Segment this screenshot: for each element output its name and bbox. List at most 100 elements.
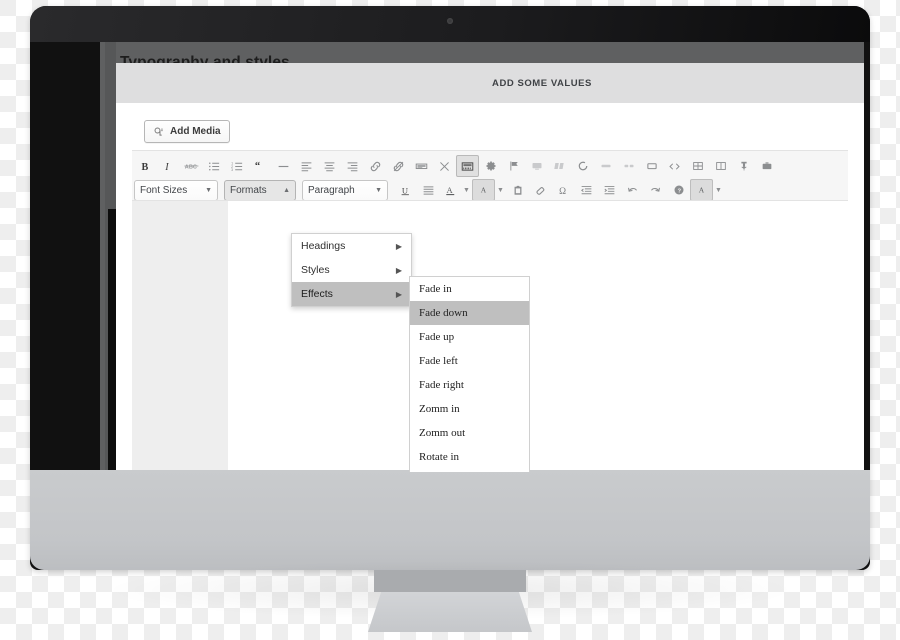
panel-header: ADD SOME VALUES (116, 63, 864, 103)
justify-button[interactable] (417, 179, 440, 201)
editor-gutter (132, 201, 228, 472)
submenu-item-zomm-out[interactable]: Zomm out (410, 421, 529, 445)
submenu-item-label: Zomm out (419, 427, 466, 439)
underline-button[interactable]: U (394, 179, 417, 201)
chevron-right-icon: ▶ (395, 289, 402, 299)
chevron-down-icon: ▼ (497, 186, 504, 194)
settings-gear-icon[interactable] (479, 155, 502, 177)
increase-indent-button[interactable] (598, 179, 621, 201)
blockquote-button[interactable]: “ (249, 155, 272, 177)
monitor-chin (30, 470, 870, 570)
special-character-button[interactable]: Ω (552, 179, 575, 201)
toolbar-toggle-button[interactable] (456, 155, 479, 177)
circle-icon[interactable] (571, 155, 594, 177)
paragraph-select[interactable]: Paragraph ▼ (302, 179, 388, 201)
align-left-button[interactable] (295, 155, 318, 177)
italic-button[interactable]: I (157, 155, 180, 177)
submenu-item-label: Rotate in (419, 451, 460, 463)
svg-text:A: A (698, 185, 704, 194)
submenu-item-rotate-in[interactable]: Rotate in (410, 445, 529, 469)
editor-toolbar: B I ABC 123 “ Font Sizes ▼ Formats ▲ Par… (132, 150, 848, 206)
menu-item-label: Styles (301, 264, 330, 276)
add-media-button[interactable]: Add Media (144, 120, 230, 143)
add-media-row: Add Media (144, 120, 230, 143)
menu-item-styles[interactable]: Styles ▶ (292, 258, 411, 282)
stand-foot (368, 592, 532, 632)
text-color-button[interactable]: A ▼ (440, 180, 472, 200)
font-sizes-select[interactable]: Font Sizes ▼ (134, 179, 218, 201)
media-icon (153, 126, 165, 138)
svg-text:B: B (141, 162, 148, 173)
bar-icon[interactable] (594, 155, 617, 177)
columns-icon[interactable] (548, 155, 571, 177)
menu-item-effects[interactable]: Effects ▶ (292, 282, 411, 306)
submenu-item-fade-down[interactable]: Fade down (410, 301, 529, 325)
horizontal-rule-button[interactable] (272, 155, 295, 177)
typography-color-button[interactable]: A ▼ (690, 179, 724, 201)
submenu-item-label: Fade right (419, 379, 464, 391)
submenu-item-label: Fade down (419, 307, 468, 319)
chevron-down-icon: ▼ (463, 186, 470, 194)
paste-as-text-button[interactable] (506, 179, 529, 201)
chevron-up-icon: ▲ (283, 186, 290, 194)
text-color-swatch-icon: A (440, 180, 461, 200)
decrease-indent-button[interactable] (575, 179, 598, 201)
submenu-item-zomm-in[interactable]: Zomm in (410, 397, 529, 421)
background-color-swatch-icon: A (472, 179, 495, 201)
strikethrough-button[interactable]: ABC (180, 155, 203, 177)
pin-icon[interactable] (732, 155, 755, 177)
effects-submenu[interactable]: Fade in Fade down Fade up Fade left Fade… (409, 276, 530, 472)
insert-link-button[interactable] (364, 155, 387, 177)
page-break-button[interactable] (433, 155, 456, 177)
split-layout-icon[interactable] (709, 155, 732, 177)
chevron-right-icon: ▶ (395, 241, 402, 251)
align-right-button[interactable] (341, 155, 364, 177)
read-more-button[interactable] (410, 155, 433, 177)
toolbar-row-2: Font Sizes ▼ Formats ▲ Paragraph ▼ U A ▼… (132, 178, 848, 202)
svg-text:U: U (402, 185, 408, 195)
stand-neck (374, 570, 526, 592)
formats-menu-list[interactable]: Headings ▶ Styles ▶ Effects ▶ (291, 233, 412, 307)
chevron-down-icon: ▼ (375, 186, 382, 194)
remove-link-button[interactable] (387, 155, 410, 177)
formats-label: Formats (230, 184, 267, 196)
clear-formatting-eraser-icon[interactable] (529, 179, 552, 201)
briefcase-icon[interactable] (755, 155, 778, 177)
screenshot-stage: Typography and styles ADD SOME VALUES (0, 0, 900, 640)
flag-icon[interactable] (502, 155, 525, 177)
panel-header-label: ADD SOME VALUES (492, 77, 592, 89)
dual-bar-icon[interactable] (617, 155, 640, 177)
screen-icon[interactable] (525, 155, 548, 177)
monitor-screen: Typography and styles ADD SOME VALUES (100, 42, 864, 472)
submenu-item-label: Fade left (419, 355, 458, 367)
box-icon[interactable] (640, 155, 663, 177)
menu-item-headings[interactable]: Headings ▶ (292, 234, 411, 258)
submenu-item-fade-left[interactable]: Fade left (410, 349, 529, 373)
left-rail-dark (108, 209, 116, 472)
formats-select[interactable]: Formats ▲ (224, 179, 296, 201)
numbered-list-button[interactable]: 123 (226, 155, 249, 177)
background-color-button[interactable]: A ▼ (472, 179, 506, 201)
submenu-item-rotate-out[interactable]: Rotate out (410, 469, 529, 472)
submenu-item-fade-right[interactable]: Fade right (410, 373, 529, 397)
menu-item-label: Effects (301, 288, 333, 300)
bulleted-list-button[interactable] (203, 155, 226, 177)
menu-item-label: Headings (301, 240, 346, 252)
submenu-item-fade-up[interactable]: Fade up (410, 325, 529, 349)
redo-button[interactable] (644, 179, 667, 201)
submenu-item-label: Fade in (419, 283, 452, 295)
svg-text:ABC: ABC (184, 164, 196, 170)
undo-button[interactable] (621, 179, 644, 201)
svg-text:“: “ (255, 160, 260, 171)
grid-icon[interactable] (686, 155, 709, 177)
bezel-gloss (30, 6, 870, 42)
chevron-down-icon: ▼ (205, 186, 212, 194)
chevron-down-icon: ▼ (715, 186, 722, 194)
submenu-item-fade-in[interactable]: Fade in (410, 277, 529, 301)
bold-button[interactable]: B (134, 155, 157, 177)
align-center-button[interactable] (318, 155, 341, 177)
submenu-item-label: Fade up (419, 331, 455, 343)
source-code-icon[interactable] (663, 155, 686, 177)
svg-text:I: I (164, 162, 169, 173)
help-icon[interactable]: ? (667, 179, 690, 201)
